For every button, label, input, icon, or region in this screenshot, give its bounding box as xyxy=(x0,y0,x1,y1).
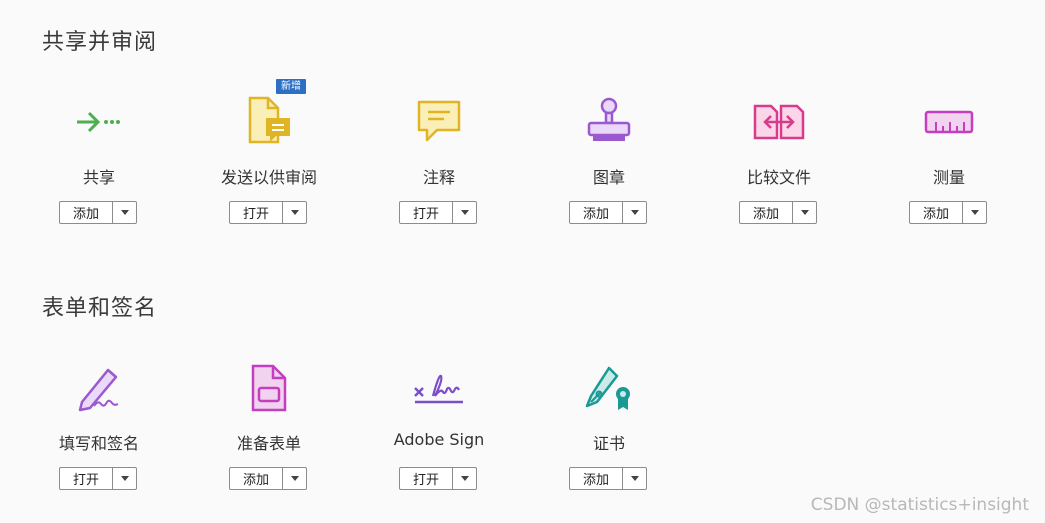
add-button[interactable]: 添加 xyxy=(910,202,963,223)
tool-label: 发送以供审阅 xyxy=(220,168,317,187)
prepare-form-icon xyxy=(240,362,298,414)
caret-down-icon xyxy=(970,210,979,215)
dropdown-button[interactable] xyxy=(453,468,476,489)
share-review-tools-row: 共享 添加 发送以供审阅 打开 注释 打开 图章 添加 比较文件 添加 测量 添… xyxy=(14,79,1045,230)
caret-down-icon xyxy=(630,210,639,215)
tool-action-button[interactable]: 打开 xyxy=(399,201,477,224)
tool-fill-and-sign[interactable]: 填写和签名 打开 xyxy=(14,346,184,496)
tool-send-for-review[interactable]: 发送以供审阅 打开 xyxy=(184,80,354,230)
send-for-review-icon xyxy=(240,96,298,148)
dropdown-button[interactable] xyxy=(963,202,986,223)
add-button[interactable]: 添加 xyxy=(570,468,623,489)
add-button[interactable]: 添加 xyxy=(740,202,793,223)
tool-action-button[interactable]: 添加 xyxy=(909,201,987,224)
tool-prepare-form[interactable]: 准备表单 添加 xyxy=(184,346,354,496)
caret-down-icon xyxy=(120,210,129,215)
add-button[interactable]: 添加 xyxy=(60,202,113,223)
tool-compare-files[interactable]: 比较文件 添加 xyxy=(694,80,864,230)
tool-action-button[interactable]: 添加 xyxy=(59,201,137,224)
dropdown-button[interactable] xyxy=(113,468,136,489)
dropdown-button[interactable] xyxy=(283,202,306,223)
watermark: CSDN @statistics+insight xyxy=(810,495,1029,515)
tool-label: 注释 xyxy=(422,168,455,187)
caret-down-icon xyxy=(290,476,299,481)
adobe-sign-icon xyxy=(410,362,468,414)
fill-sign-pen-icon xyxy=(70,362,128,414)
tool-label: 测量 xyxy=(932,168,965,187)
tool-share[interactable]: 共享 添加 xyxy=(14,80,184,230)
tool-action-button[interactable]: 打开 xyxy=(229,201,307,224)
tool-action-button[interactable]: 添加 xyxy=(739,201,817,224)
open-button[interactable]: 打开 xyxy=(400,202,453,223)
tool-action-button[interactable]: 添加 xyxy=(229,467,307,490)
certificate-icon xyxy=(580,362,638,414)
tool-action-button[interactable]: 打开 xyxy=(399,467,477,490)
dropdown-button[interactable] xyxy=(623,202,646,223)
share-arrow-icon xyxy=(70,96,128,148)
tool-label: 证书 xyxy=(592,434,625,453)
add-button[interactable]: 添加 xyxy=(570,202,623,223)
new-badge: 新增 xyxy=(276,79,306,94)
caret-down-icon xyxy=(460,476,469,481)
open-button[interactable]: 打开 xyxy=(400,468,453,489)
open-button[interactable]: 打开 xyxy=(230,202,283,223)
tool-label: 填写和签名 xyxy=(58,434,139,453)
tool-certificate[interactable]: 证书 添加 xyxy=(524,346,694,496)
tool-action-button[interactable]: 添加 xyxy=(569,467,647,490)
caret-down-icon xyxy=(460,210,469,215)
stamp-icon xyxy=(580,96,638,148)
caret-down-icon xyxy=(120,476,129,481)
dropdown-button[interactable] xyxy=(623,468,646,489)
caret-down-icon xyxy=(290,210,299,215)
dropdown-button[interactable] xyxy=(793,202,816,223)
ruler-icon xyxy=(920,96,978,148)
dropdown-button[interactable] xyxy=(283,468,306,489)
tool-label: Adobe Sign xyxy=(393,430,485,449)
comment-icon xyxy=(410,96,468,148)
tool-measure[interactable]: 测量 添加 xyxy=(864,80,1034,230)
dropdown-button[interactable] xyxy=(453,202,476,223)
add-button[interactable]: 添加 xyxy=(230,468,283,489)
tool-comment[interactable]: 注释 打开 xyxy=(354,80,524,230)
open-button[interactable]: 打开 xyxy=(60,468,113,489)
tool-label: 比较文件 xyxy=(746,168,811,187)
caret-down-icon xyxy=(800,210,809,215)
tool-adobe-sign[interactable]: Adobe Sign 打开 xyxy=(354,346,524,496)
tool-label: 准备表单 xyxy=(236,434,301,453)
tool-action-button[interactable]: 打开 xyxy=(59,467,137,490)
section-title-forms-signatures: 表单和签名 xyxy=(42,296,158,321)
tool-action-button[interactable]: 添加 xyxy=(569,201,647,224)
tool-stamp[interactable]: 图章 添加 xyxy=(524,80,694,230)
tool-label: 共享 xyxy=(82,168,115,187)
compare-files-icon xyxy=(750,96,808,148)
forms-signatures-tools-row: 填写和签名 打开 准备表单 添加 Adobe Sign 打开 证书 添加 xyxy=(14,346,1045,496)
caret-down-icon xyxy=(630,476,639,481)
tool-label: 图章 xyxy=(592,168,625,187)
section-title-share-review: 共享并审阅 xyxy=(42,30,158,55)
dropdown-button[interactable] xyxy=(113,202,136,223)
